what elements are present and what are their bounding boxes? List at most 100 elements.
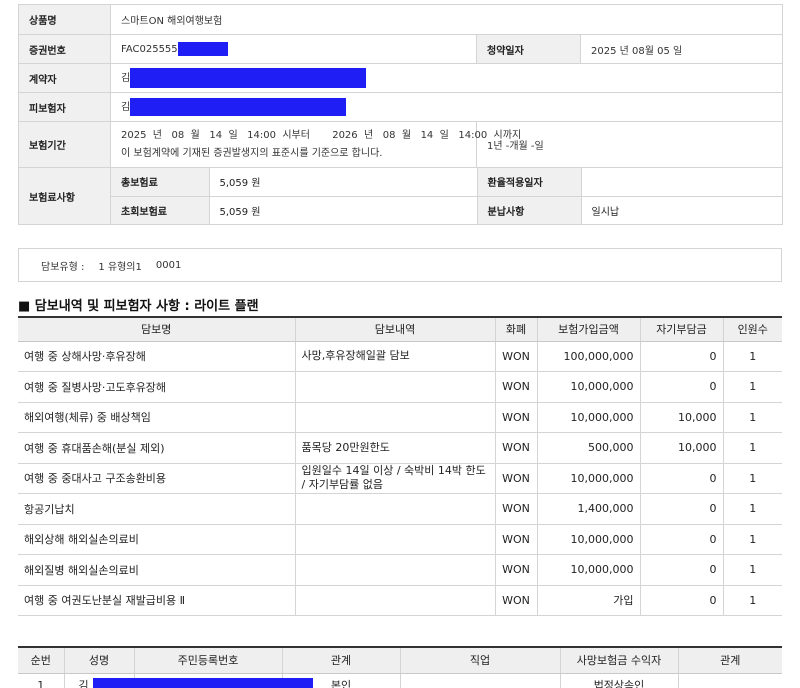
redaction-block [177,42,228,56]
coverage-detail [294,402,495,433]
amount: 10,000,000 [536,371,640,403]
currency: WON [494,524,537,555]
coverage-detail [294,554,495,586]
period-label: 보험기간 [18,121,111,168]
amount: 10,000,000 [536,524,640,555]
deductible: 0 [639,585,723,616]
coverage-detail [294,493,495,525]
subscribe-label: 청약일자 [476,34,581,64]
table-row: 여행 중 질병사망·고도후유장해 WON 10,000,000 0 1 [18,371,782,403]
coverage-name: 여행 중 상해사망·후유장해 [18,341,295,372]
table-row: 여행 중 상해사망·후유장해 사망,후유장해일괄 담보 WON 100,000,… [18,341,782,372]
col-header-ssn: 주민등록번호 [133,646,282,674]
currency: WON [494,493,537,525]
count: 1 [722,402,782,433]
coverage-type-value: 1 유형의1 [98,261,142,273]
insured-cell: 김 [110,92,783,122]
refund-label: 환율적용일자 [477,168,582,197]
cert-value: FAC025555 [121,44,178,55]
currency: WON [494,402,537,433]
coverage-detail [294,524,495,555]
coverage-type-code: 0001 [155,259,182,271]
period-note: 이 보험계약에 기재된 증권발생지의 표준시를 기준으로 합니다. [121,147,383,159]
count: 1 [722,493,782,525]
coverage-header-row: 담보명 담보내역 화폐 보험가입금액 자기부담금 인원수 [18,316,782,342]
table-row: 해외질병 해외실손의료비 WON 10,000,000 0 1 [18,554,782,586]
redaction-block [130,68,367,88]
insured-relation-2 [677,673,782,688]
coverage-detail: 입원일수 14일 이상 / 숙박비 14박 한도 / 자기부담률 없음 [294,463,495,494]
table-row: 해외여행(체류) 중 배상책임 WON 10,000,000 10,000 1 [18,402,782,433]
coverage-name: 여행 중 중대사고 구조송환비용 [18,463,295,494]
first-premium-label: 초회보험료 [111,196,210,224]
col-header-coverage-detail: 담보내역 [294,316,495,342]
amount: 10,000,000 [536,402,640,433]
currency: WON [494,432,537,464]
currency: WON [494,463,537,494]
amount: 가입 [536,585,640,616]
deductible: 10,000 [639,432,723,464]
contractor-value: 김 [121,73,131,84]
count: 1 [722,341,782,372]
total-premium-value: 5,059 원 [209,168,478,197]
amount: 10,000,000 [536,463,640,494]
insured-name-cell: 김 [63,673,313,688]
redaction-block [92,677,313,688]
insured-header-row: 순번 성명 주민등록번호 관계 직업 사망보험금 수익자 관계 [18,646,782,674]
count: 1 [722,463,782,494]
deductible: 0 [639,463,723,494]
period-range: 2025 년 08 월 14 일 14:00 시부터 2026 년 08 월 1… [121,129,522,141]
amount: 1,400,000 [536,493,640,525]
count: 1 [722,554,782,586]
cert-label: 증권번호 [18,34,111,64]
product-value: 스마트ON 해외여행보험 [110,4,783,35]
coverage-detail: 사망,후유장해일괄 담보 [294,341,495,372]
amount: 100,000,000 [536,341,640,372]
deductible: 0 [639,493,723,525]
count: 1 [722,371,782,403]
first-premium-value: 5,059 원 [209,196,478,224]
col-header-deductible: 자기부담금 [639,316,723,342]
coverage-name: 해외상해 해외실손의료비 [18,524,295,555]
policy-info-table: 상품명 스마트ON 해외여행보험 증권번호 FAC025555 청약일자 202… [18,4,783,225]
col-header-amount: 보험가입금액 [536,316,640,342]
insured-table: 순번 성명 주민등록번호 관계 직업 사망보험금 수익자 관계 1 김 본인 법… [18,646,782,688]
coverage-name: 여행 중 질병사망·고도후유장해 [18,371,295,403]
col-header-relation-2: 관계 [677,646,782,674]
col-header-coverage-name: 담보명 [18,316,295,342]
currency: WON [494,554,537,586]
contractor-label: 계약자 [18,63,111,93]
cert-cell: FAC025555 [110,34,477,64]
amount: 500,000 [536,432,640,464]
insured-beneficiary: 법정상속인 [559,673,678,688]
count: 1 [722,585,782,616]
deductible: 10,000 [639,402,723,433]
col-header-currency: 화폐 [494,316,537,342]
col-header-job: 직업 [399,646,560,674]
coverage-type-label: 담보유형 : [41,261,85,273]
total-premium-label: 총보험료 [111,168,210,197]
table-row: 항공기납치 WON 1,400,000 0 1 [18,493,782,525]
coverage-name: 항공기납치 [18,493,295,525]
deductible: 0 [639,554,723,586]
count: 1 [722,524,782,555]
coverage-name: 해외질병 해외실손의료비 [18,554,295,586]
currency: WON [494,585,537,616]
refund-value [581,168,783,197]
table-row: 여행 중 휴대품손해(분실 제외) 품목당 20만원한도 WON 500,000… [18,432,782,464]
count: 1 [722,432,782,464]
coverage-type-box: 담보유형 : 1 유형의1 0001 [18,248,782,282]
premium-cell: 총보험료 5,059 원 환율적용일자 초회보험료 5,059 원 분납사항 일… [110,167,783,225]
col-header-count: 인원수 [722,316,782,342]
insured-no: 1 [37,678,45,688]
subscribe-value: 2025 년 08월 05 일 [580,34,783,64]
coverage-detail [294,371,495,403]
installment-value: 일시납 [591,206,620,218]
coverage-detail: 품목당 20만원한도 [294,432,495,464]
deductible: 0 [639,341,723,372]
deductible: 0 [639,524,723,555]
section-title: ■ 담보내역 및 피보험자 사항 : 라이트 플랜 [18,299,259,314]
col-header-name: 성명 [63,646,134,674]
redaction-block [130,98,347,116]
table-row: 여행 중 여권도난분실 재발급비용 Ⅱ WON 가입 0 1 [18,585,782,616]
